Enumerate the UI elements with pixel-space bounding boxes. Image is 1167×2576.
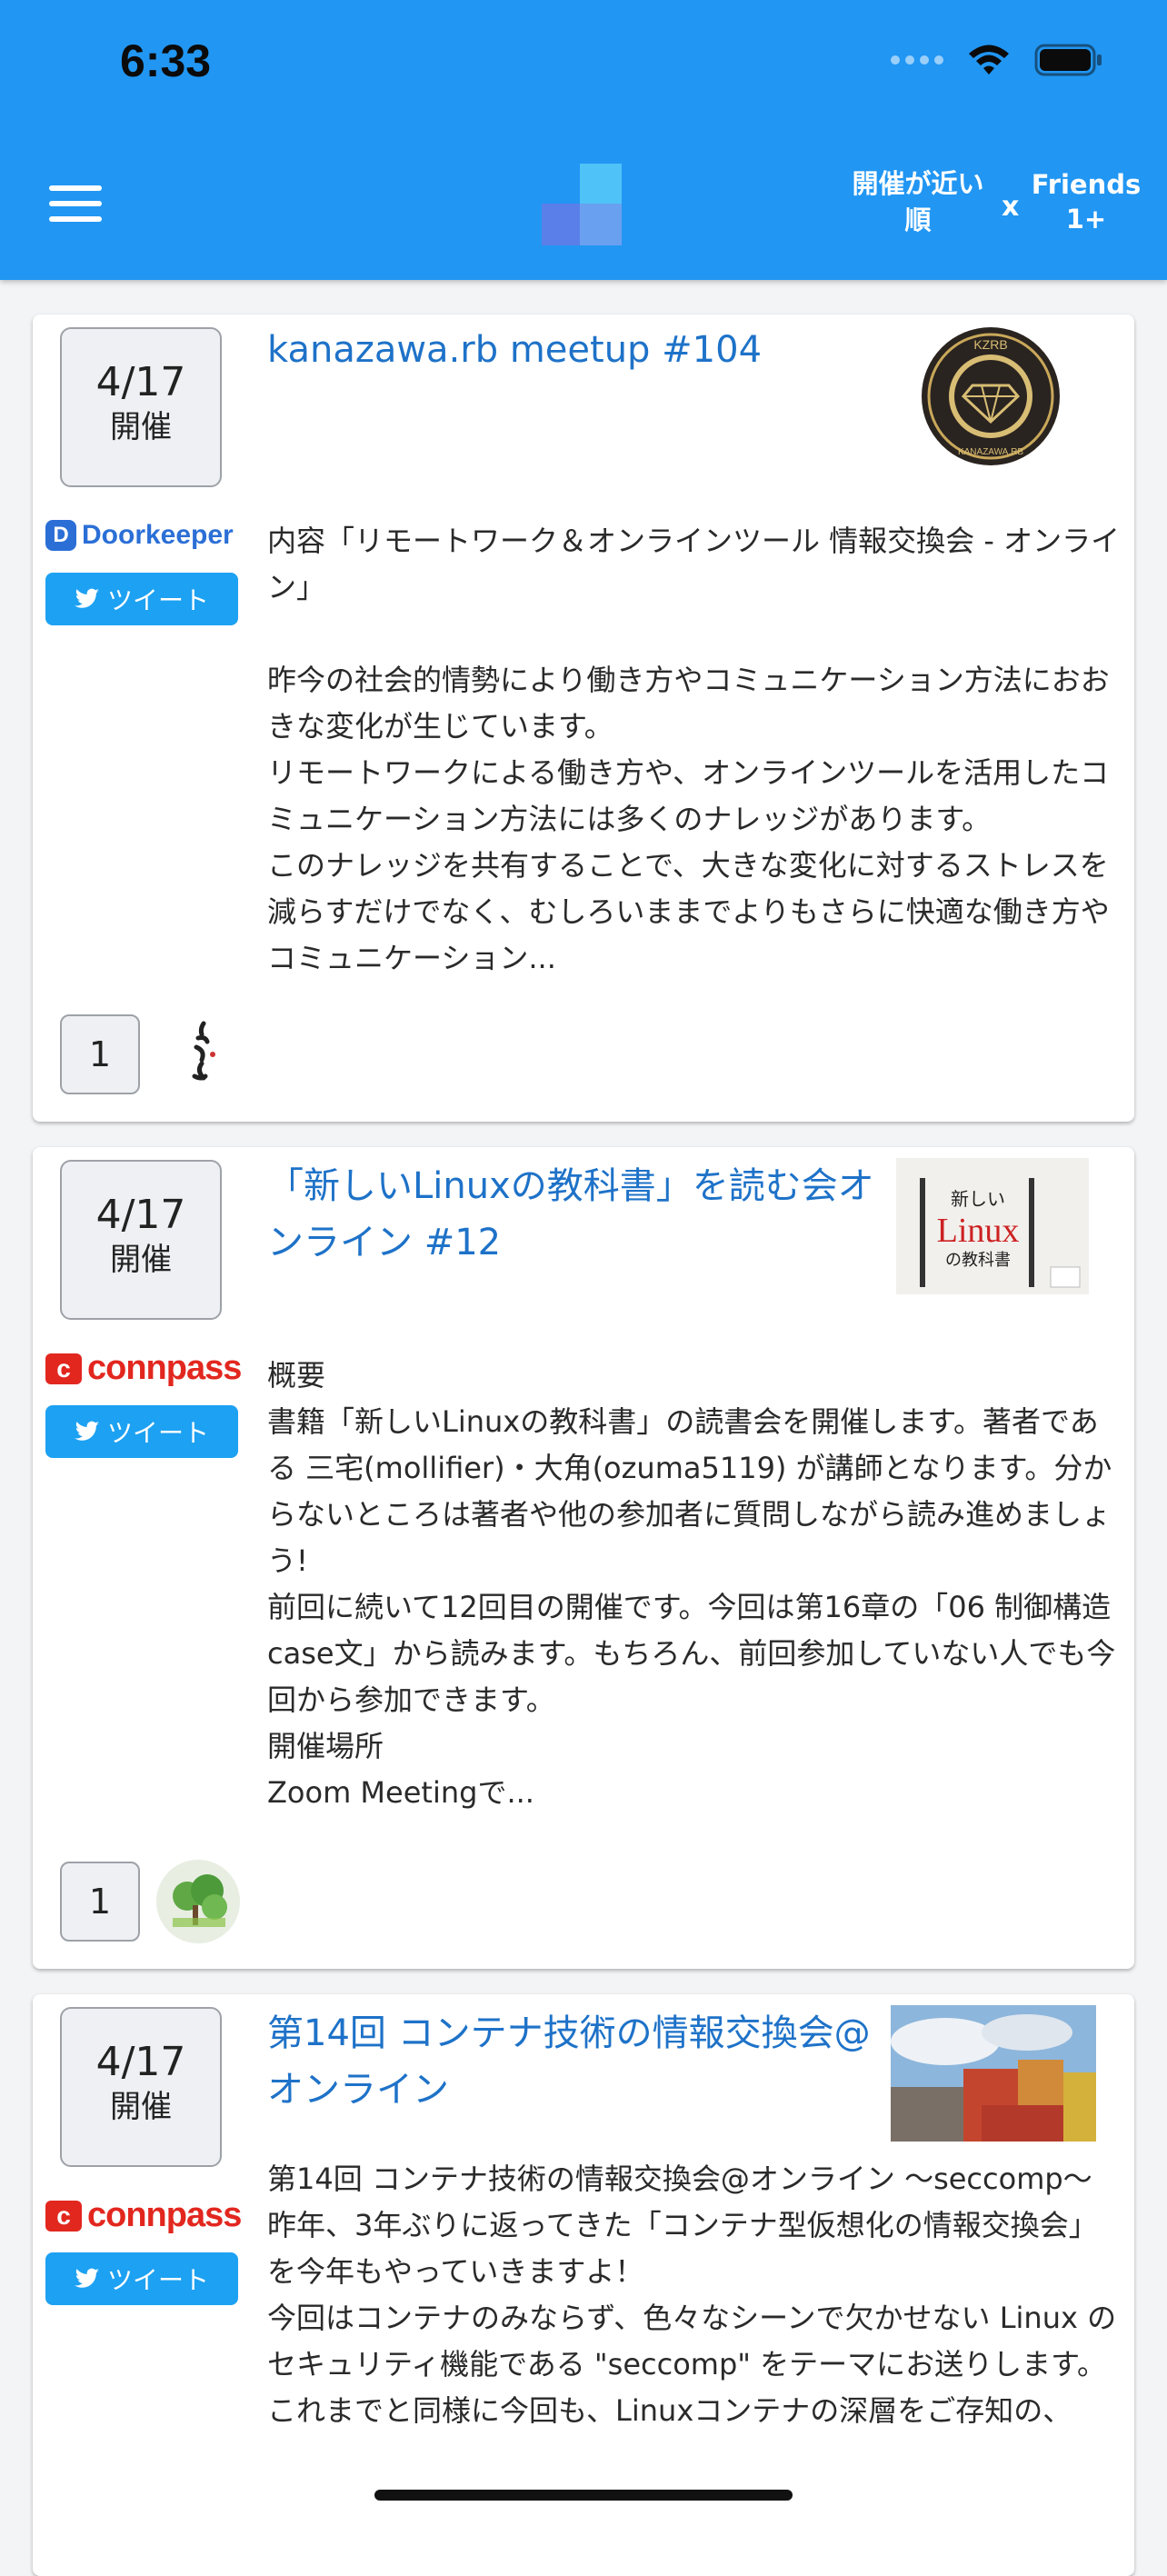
tweet-label: ツイート <box>106 1418 209 1448</box>
event-date: 4/17 <box>95 1192 186 1238</box>
provider-logo-doorkeeper[interactable]: D Doorkeeper <box>45 520 234 551</box>
event-card[interactable]: 4/17 開催 c connpass ツイート 第14回 コンテナ技術の情報交換… <box>33 1994 1134 2576</box>
tweet-label: ツイート <box>106 2265 209 2295</box>
event-date-suffix: 開催 <box>110 2089 172 2125</box>
svg-text:KANAZAWA.RB: KANAZAWA.RB <box>958 447 1023 457</box>
event-date-badge: 4/17 開催 <box>60 327 222 487</box>
connpass-icon: c <box>45 2200 82 2232</box>
provider-name: connpass <box>87 2196 242 2234</box>
event-card[interactable]: 4/17 開催 D Doorkeeper ツイート kanazawa.rb me… <box>33 315 1134 1122</box>
friends-filter-button[interactable]: Friends 1+ <box>1027 167 1145 236</box>
battery-icon <box>1034 44 1103 76</box>
svg-text:の教科書: の教科書 <box>945 1251 1011 1270</box>
sort-order-button[interactable]: 開催が近い 順 <box>845 165 991 238</box>
event-description: 内容「リモートワーク＆オンラインツール 情報交換会 - オンライン」 昨今の社会… <box>267 524 1121 975</box>
event-card[interactable]: 4/17 開催 c connpass ツイート 「新しいLinuxの教科書」を読… <box>33 1147 1134 1969</box>
hamburger-menu-icon[interactable] <box>49 185 102 222</box>
attendee-count[interactable]: 1 <box>60 1862 140 1942</box>
event-date-badge: 4/17 開催 <box>60 1160 222 1320</box>
filter-separator: x <box>1002 191 1020 223</box>
app-logo <box>542 164 625 247</box>
attendee-avatar[interactable] <box>156 1860 240 1943</box>
event-title-link[interactable]: 第14回 コンテナ技術の情報交換会@オンライン <box>267 2005 885 2118</box>
doorkeeper-icon: D <box>45 520 76 551</box>
tweet-button[interactable]: ツイート <box>45 573 238 625</box>
svg-text:Linux: Linux <box>937 1212 1020 1250</box>
provider-logo-connpass[interactable]: c connpass <box>45 1349 242 1388</box>
attendee-avatar[interactable] <box>156 1013 240 1096</box>
event-thumbnail: KZRB KANAZAWA.RB <box>920 325 1062 467</box>
event-thumbnail: 新しい Linux の教科書 <box>896 1158 1089 1294</box>
event-thumbnail <box>891 2005 1096 2142</box>
home-indicator[interactable] <box>374 2490 793 2501</box>
attendee-count[interactable]: 1 <box>60 1014 140 1094</box>
app-header: 6:33 開催が近い 順 x Friends 1+ <box>0 0 1167 280</box>
twitter-bird-icon <box>74 588 99 608</box>
sort-label-line1: 開催が近い <box>852 168 984 199</box>
event-date-badge: 4/17 開催 <box>60 2007 222 2167</box>
event-date-suffix: 開催 <box>110 1242 172 1278</box>
event-description: 第14回 コンテナ技術の情報交換会@オンライン 〜seccomp〜 昨年、3年ぶ… <box>267 2162 1117 2428</box>
tweet-button[interactable]: ツイート <box>45 2252 238 2305</box>
event-date: 4/17 <box>95 359 186 405</box>
event-description: 概要 書籍「新しいLinuxの教科書」の読書会を開催します。著者である 三宅(m… <box>267 1358 1116 1810</box>
event-date: 4/17 <box>95 2039 186 2085</box>
sort-label-line2: 順 <box>904 205 932 235</box>
twitter-bird-icon <box>74 1421 99 1441</box>
provider-logo-connpass[interactable]: c connpass <box>45 2196 242 2235</box>
provider-name: Doorkeeper <box>82 520 234 550</box>
twitter-bird-icon <box>74 2268 99 2288</box>
connpass-icon: c <box>45 1353 82 1384</box>
svg-text:新しい: 新しい <box>951 1188 1005 1210</box>
status-icons <box>891 44 1103 76</box>
friends-label-line2: 1+ <box>1065 204 1107 235</box>
wifi-icon <box>967 44 1011 76</box>
tweet-label: ツイート <box>106 585 209 615</box>
status-time: 6:33 <box>120 35 212 86</box>
svg-text:KZRB: KZRB <box>973 337 1007 352</box>
cellular-signal-icon <box>891 55 943 65</box>
event-title-link[interactable]: 「新しいLinuxの教科書」を読む会オンライン #12 <box>267 1158 885 1271</box>
tweet-button[interactable]: ツイート <box>45 1405 238 1458</box>
event-date-suffix: 開催 <box>110 409 172 445</box>
provider-name: connpass <box>87 1349 242 1387</box>
friends-label-line1: Friends <box>1031 169 1142 200</box>
event-title-link[interactable]: kanazawa.rb meetup #104 <box>267 322 903 378</box>
